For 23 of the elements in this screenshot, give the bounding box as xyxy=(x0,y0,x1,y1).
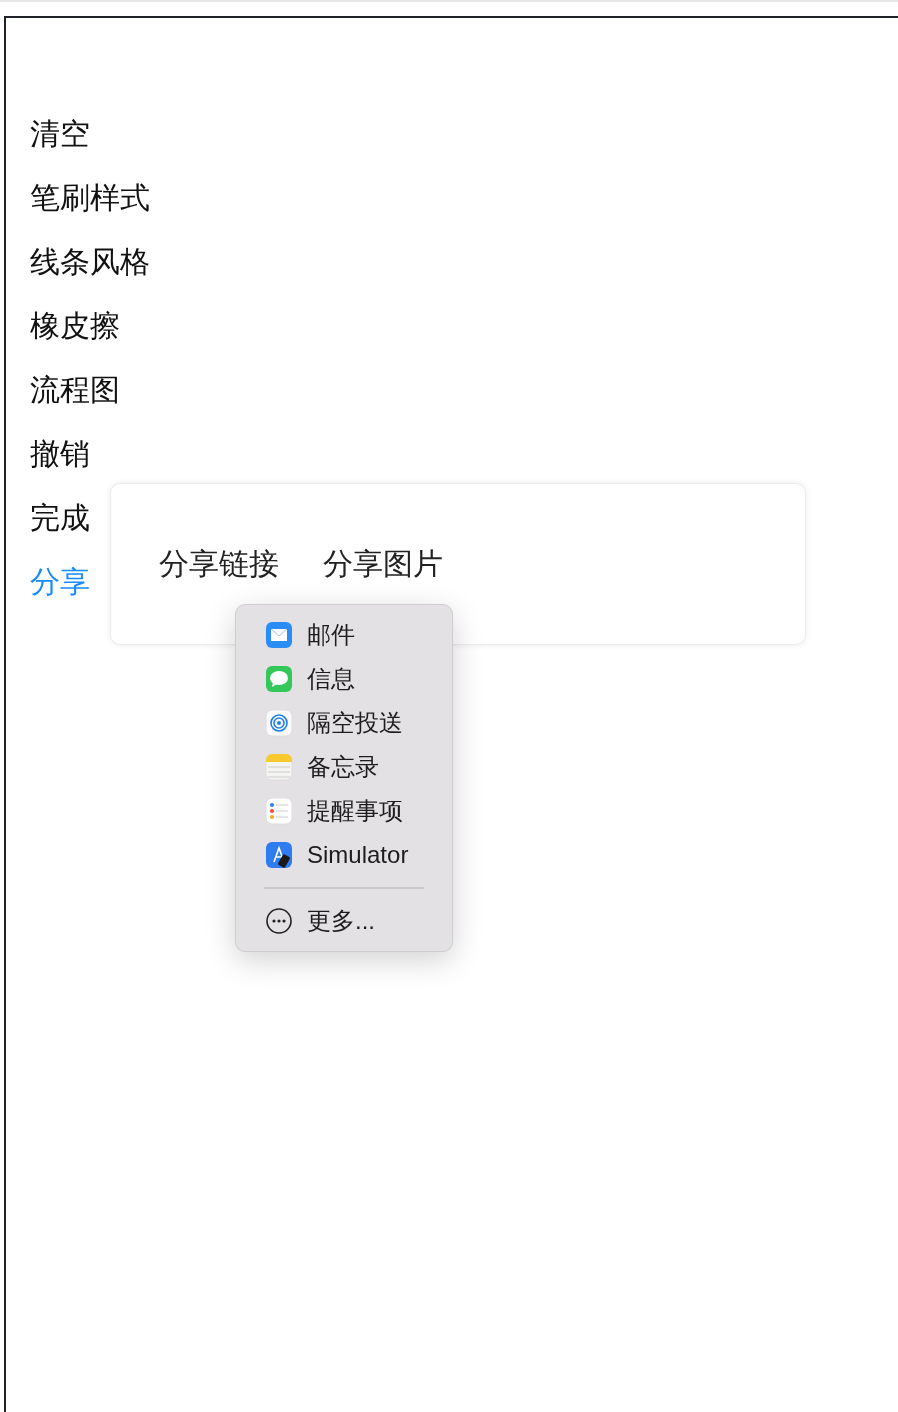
menu-link[interactable]: 笔刷样式 xyxy=(30,176,150,220)
more-icon xyxy=(265,907,293,935)
share-option[interactable]: 分享图片 xyxy=(323,544,443,584)
chat-bubble-icon xyxy=(265,665,293,693)
share-menu-item[interactable]: Simulator xyxy=(236,833,452,877)
menu-link[interactable]: 橡皮擦 xyxy=(30,304,120,348)
menu-link[interactable]: 撤销 xyxy=(30,432,90,476)
menu-link[interactable]: 清空 xyxy=(30,112,90,156)
notepad-icon xyxy=(265,753,293,781)
share-menu-item[interactable]: 提醒事项 xyxy=(236,789,452,833)
mail-icon xyxy=(265,621,293,649)
menu-link[interactable]: 完成 xyxy=(30,496,90,540)
menu-link[interactable]: 流程图 xyxy=(30,368,120,412)
share-menu-item[interactable]: 邮件 xyxy=(236,613,452,657)
share-menu-item[interactable]: 信息 xyxy=(236,657,452,701)
share-menu-item[interactable]: 更多... xyxy=(236,899,452,943)
share-menu-item[interactable]: 备忘录 xyxy=(236,745,452,789)
share-option[interactable]: 分享链接 xyxy=(159,544,279,584)
menu-link[interactable]: 线条风格 xyxy=(30,240,150,284)
airdrop-icon xyxy=(265,709,293,737)
app-icon xyxy=(265,841,293,869)
share-menu-item[interactable]: 隔空投送 xyxy=(236,701,452,745)
checklist-icon xyxy=(265,797,293,825)
